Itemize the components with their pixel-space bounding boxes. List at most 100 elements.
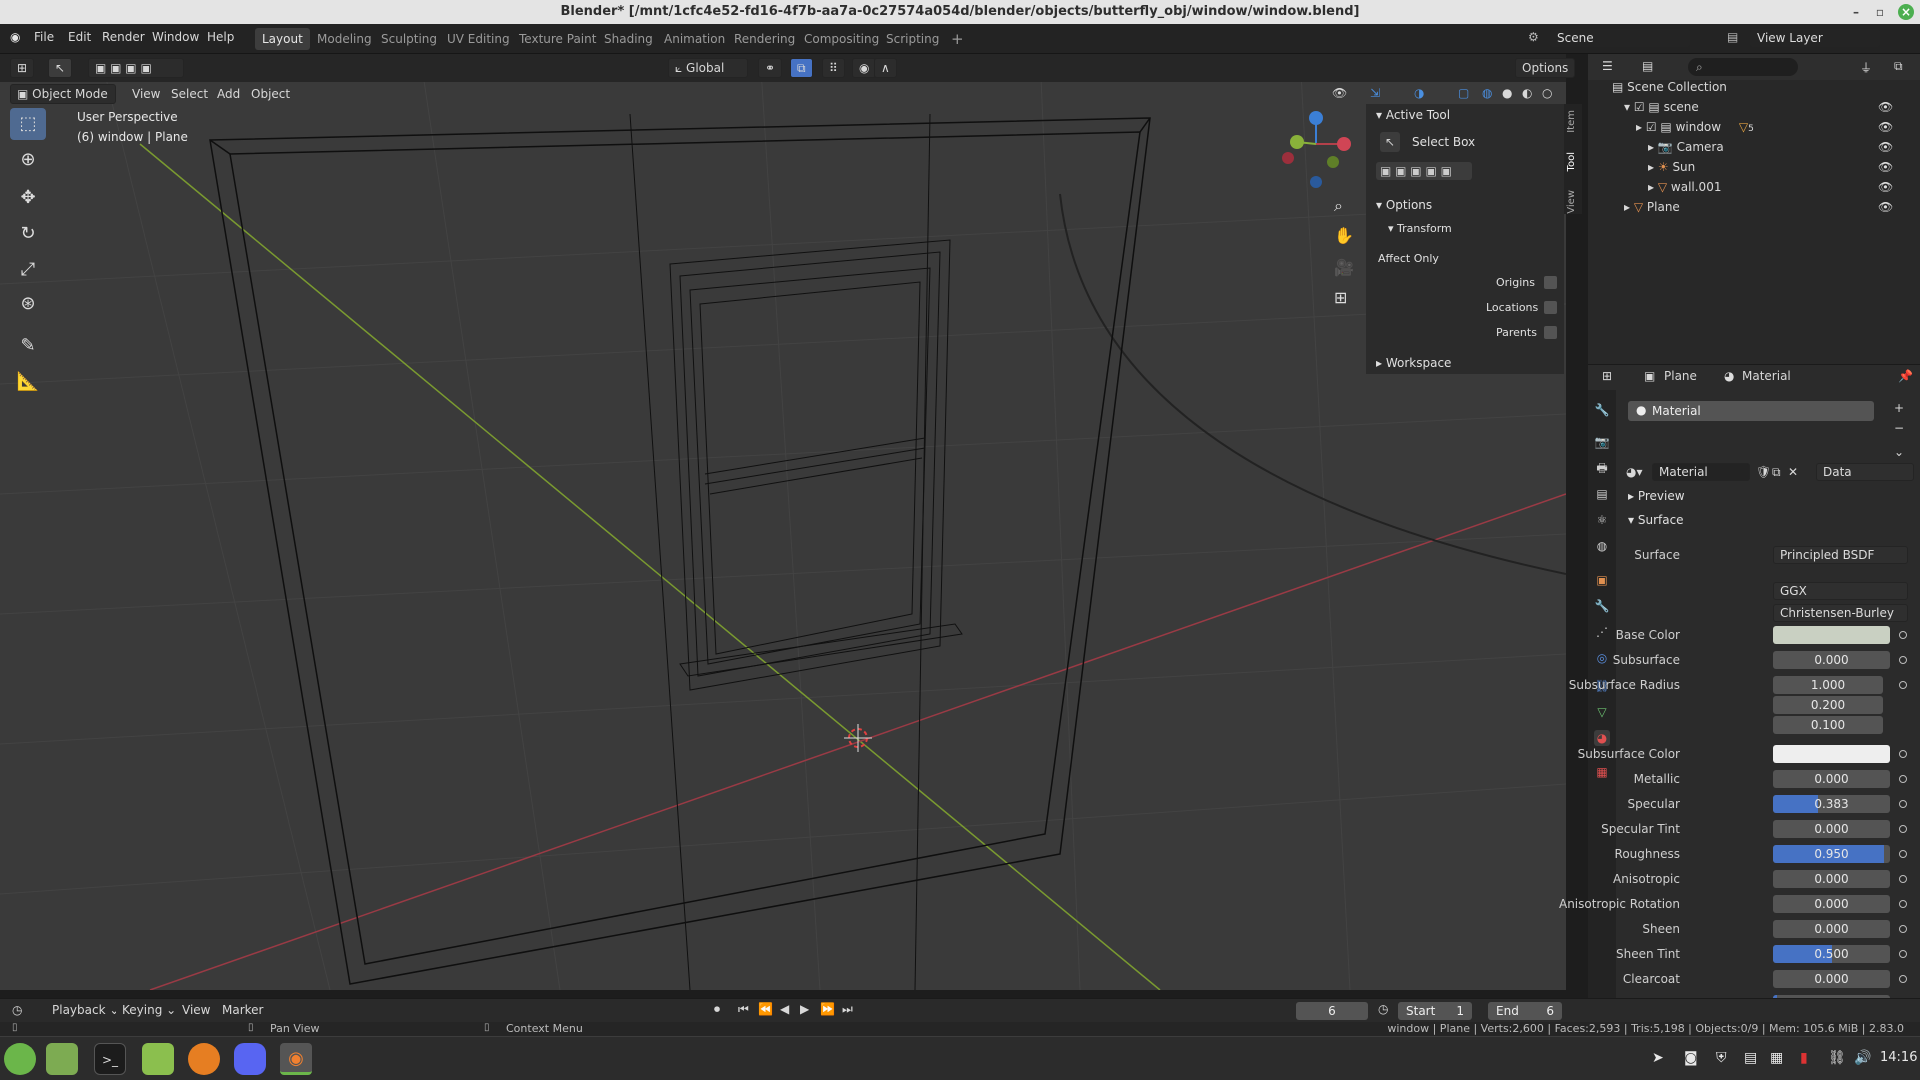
select-box-tool-icon[interactable]: ⬚ — [10, 108, 46, 140]
tool-tab-icon[interactable]: 🔧 — [1594, 402, 1610, 418]
notes-icon[interactable]: ▦ — [1770, 1050, 1783, 1066]
material-slot-list[interactable]: ● Material — [1628, 401, 1874, 421]
options-dropdown[interactable]: Options — [1515, 58, 1576, 78]
display-mode-icon[interactable]: ▤ — [1642, 59, 1653, 73]
property-field[interactable]: 0.100 — [1773, 716, 1883, 734]
property-field[interactable] — [1773, 626, 1890, 644]
keyframe-dot-icon[interactable] — [1899, 925, 1907, 933]
active-tool-header[interactable]: ▾ Active Tool — [1376, 108, 1450, 122]
maximize-icon[interactable]: ▫ — [1872, 4, 1888, 20]
keyframe-dot-icon[interactable] — [1899, 825, 1907, 833]
surface-shader-dropdown[interactable]: Principled BSDF — [1773, 546, 1908, 564]
property-field[interactable]: 0.000 — [1773, 895, 1890, 913]
physics-tab-icon[interactable]: ◎ — [1594, 650, 1610, 666]
gizmo-toggle-icon[interactable]: ⇲ — [1370, 86, 1380, 100]
menu-select[interactable]: Select — [171, 87, 208, 101]
discord-icon[interactable] — [234, 1043, 266, 1075]
keyframe-dot-icon[interactable] — [1899, 950, 1907, 958]
annotate-tool-icon[interactable]: ✎ — [10, 330, 46, 362]
property-field[interactable]: 0.383 — [1773, 795, 1890, 813]
fake-user-icon[interactable]: 🛡 — [1756, 465, 1771, 479]
telegram-icon[interactable]: ➤ — [1652, 1050, 1664, 1066]
property-field[interactable]: 0.950 — [1773, 845, 1890, 863]
3d-viewport[interactable] — [0, 54, 1566, 990]
menu-file[interactable]: File — [34, 30, 54, 44]
overlay-toggle-icon[interactable]: ◑ — [1414, 86, 1424, 100]
duplicate-material-icon[interactable]: ⧉ — [1772, 465, 1781, 480]
shield-icon[interactable]: ⛨ — [1716, 1050, 1727, 1066]
distribution-dropdown[interactable]: GGX — [1773, 582, 1908, 600]
editor-type-icon[interactable]: ⊞ — [10, 58, 35, 78]
material-shading-icon[interactable]: ◐ — [1522, 86, 1532, 100]
xray-toggle-icon[interactable]: ▢ — [1458, 86, 1469, 100]
mint-menu-icon[interactable] — [4, 1043, 36, 1075]
playback-menu[interactable]: Playback ⌄ — [46, 1001, 126, 1021]
property-field[interactable]: 1.000 — [1773, 676, 1883, 694]
preview-panel-header[interactable]: ▸ Preview — [1628, 489, 1685, 503]
property-field[interactable]: 0.000 — [1773, 970, 1890, 988]
rotate-tool-icon[interactable]: ↻ — [10, 218, 46, 250]
keyframe-dot-icon[interactable] — [1899, 800, 1907, 808]
parents-checkbox[interactable] — [1544, 326, 1557, 339]
timeline-editor-icon[interactable]: ◷ — [12, 1003, 22, 1017]
sidebar-tab-tool[interactable]: Tool — [1566, 152, 1577, 171]
prev-keyframe-icon[interactable]: ⏪ — [758, 1002, 773, 1016]
outliner-item-window[interactable]: ▸ ☑ ▤ window ▽5 — [1636, 120, 1754, 134]
property-field[interactable]: 0.200 — [1773, 696, 1883, 714]
play-reverse-icon[interactable]: ◀ — [780, 1002, 789, 1016]
current-frame-field[interactable]: 6 — [1296, 1002, 1368, 1020]
object-tab-icon[interactable]: ▣ — [1594, 572, 1610, 588]
marker-menu[interactable]: Marker — [222, 1003, 263, 1017]
keyframe-dot-icon[interactable] — [1899, 750, 1907, 758]
keyframe-dot-icon[interactable] — [1899, 681, 1907, 689]
filter-icon[interactable]: ⏚ — [1860, 59, 1872, 76]
remove-slot-icon[interactable]: − — [1894, 421, 1904, 435]
property-field[interactable]: 0.500 — [1773, 945, 1890, 963]
origins-checkbox[interactable] — [1544, 276, 1557, 289]
menu-help[interactable]: Help — [207, 30, 234, 44]
jump-start-icon[interactable]: ⏮ — [738, 1002, 749, 1017]
menu-object[interactable]: Object — [251, 87, 290, 101]
snap-target-icon[interactable]: ⠿ — [822, 58, 845, 78]
preview-range-icon[interactable]: ◷ — [1378, 1002, 1388, 1016]
proportional-edit-icon[interactable]: ◉ — [852, 58, 877, 78]
scene-tab-icon[interactable]: ⚛ — [1594, 512, 1610, 528]
pan-hand-icon[interactable]: ✋ — [1334, 226, 1354, 245]
tab-modeling[interactable]: Modeling — [310, 28, 379, 50]
keyframe-dot-icon[interactable] — [1899, 631, 1907, 639]
sidebar-tab-view[interactable]: View — [1566, 190, 1577, 214]
visibility-eye-icon[interactable]: 👁 — [1878, 200, 1893, 214]
measure-tool-icon[interactable]: 📐 — [10, 366, 46, 398]
visibility-eye-icon[interactable]: 👁 — [1878, 140, 1893, 154]
volume-icon[interactable]: 🔊 — [1854, 1050, 1871, 1066]
unlink-material-icon[interactable]: ✕ — [1788, 465, 1798, 479]
texture-tab-icon[interactable]: ▦ — [1594, 764, 1610, 780]
move-tool-icon[interactable]: ✥ — [10, 182, 46, 214]
cursor-tool-icon[interactable]: ⊕ — [10, 144, 46, 176]
add-workspace-button[interactable]: + — [944, 28, 971, 50]
orientation-dropdown[interactable]: ⟀ Global — [668, 58, 748, 78]
data-tab-icon[interactable]: ▽ — [1594, 704, 1610, 720]
subsurface-method-dropdown[interactable]: Christensen-Burley — [1773, 604, 1908, 622]
material-name-field[interactable]: Material — [1652, 463, 1750, 481]
property-field[interactable]: 0.000 — [1773, 770, 1890, 788]
property-field[interactable]: 0.000 — [1773, 651, 1890, 669]
new-collection-icon[interactable]: ⧉ — [1894, 59, 1903, 74]
scene-collection-item[interactable]: ▤ Scene Collection — [1612, 80, 1727, 94]
snap-toggle-icon[interactable]: ⧉ — [790, 58, 813, 78]
close-icon[interactable]: × — [1898, 4, 1914, 20]
terminal-icon[interactable]: >_ — [94, 1043, 126, 1075]
selection-mode-group[interactable]: ▣ ▣ ▣ ▣ — [88, 58, 184, 78]
surface-panel-header[interactable]: ▾ Surface — [1628, 513, 1684, 527]
options-header[interactable]: ▾ Options — [1376, 198, 1432, 212]
visibility-eye-icon[interactable]: 👁 — [1878, 160, 1893, 174]
rendered-shading-icon[interactable]: ○ — [1542, 86, 1552, 100]
tab-sculpting[interactable]: Sculpting — [374, 28, 444, 50]
property-field[interactable]: 0.000 — [1773, 870, 1890, 888]
view-layer-tab-icon[interactable]: ▤ — [1594, 486, 1610, 502]
menu-render[interactable]: Render — [102, 30, 145, 44]
keying-menu[interactable]: Keying ⌄ — [116, 1001, 183, 1021]
mode-dropdown[interactable]: ▣ Object Mode — [10, 84, 116, 104]
files-folder-icon[interactable] — [46, 1043, 78, 1075]
property-field[interactable]: 0.000 — [1773, 820, 1890, 838]
